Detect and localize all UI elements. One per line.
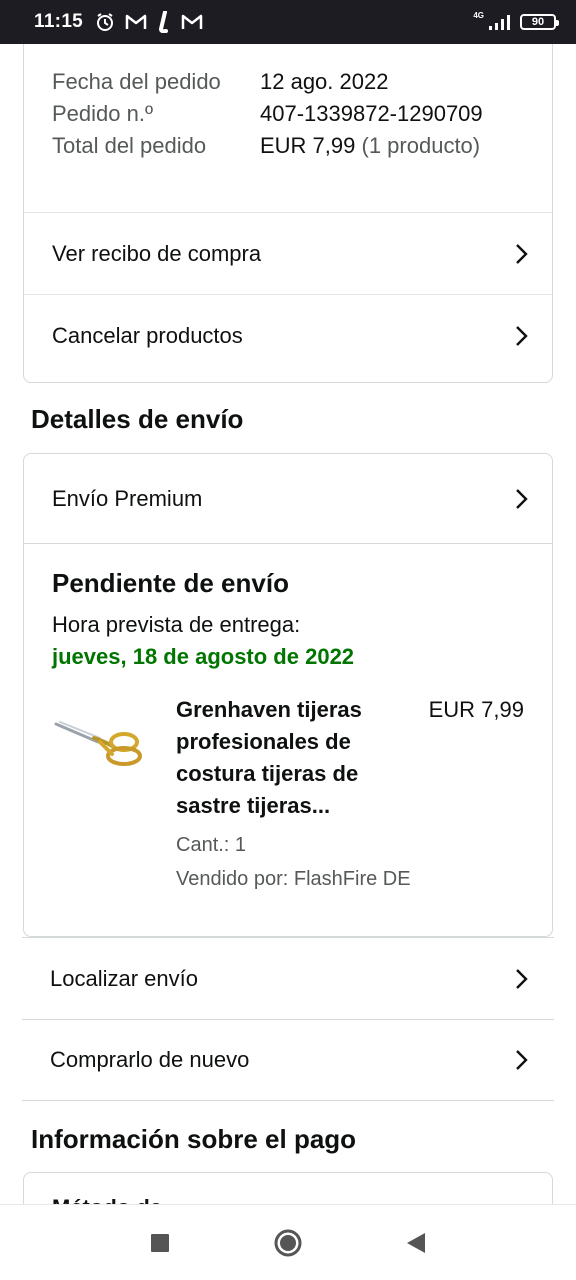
status-time: 11:15	[34, 11, 84, 32]
order-date-row: Fecha del pedido 12 ago. 2022	[52, 66, 532, 98]
buy-again-label: Comprarlo de nuevo	[50, 1047, 250, 1072]
network-type: 4G	[473, 11, 484, 20]
status-bar: 11:15 4G 90	[0, 0, 576, 44]
order-details-page: Fecha del pedido 12 ago. 2022 Pedido n.º…	[0, 44, 576, 1204]
chevron-right-icon	[516, 243, 528, 264]
track-package-link[interactable]: Localizar envío	[22, 937, 554, 1019]
home-button[interactable]	[268, 1223, 308, 1263]
order-date-label: Fecha del pedido	[52, 69, 221, 94]
cancel-products-link[interactable]: Cancelar productos	[24, 294, 552, 376]
recents-button[interactable]	[140, 1223, 180, 1263]
square-icon	[151, 1233, 169, 1252]
chevron-right-icon	[516, 488, 528, 509]
order-total-count: (1 producto)	[355, 133, 481, 158]
product-quantity: Cant.: 1	[176, 834, 247, 856]
product-price: EUR 7,99	[428, 697, 524, 722]
order-total-value: EUR 7,99 (1 producto)	[260, 130, 532, 162]
order-number-row: Pedido n.º 407-1339872-1290709	[52, 98, 532, 130]
app-l-icon	[159, 11, 169, 33]
gmail-icon	[125, 14, 147, 29]
battery-level: 90	[531, 16, 545, 28]
order-summary-rows: Fecha del pedido 12 ago. 2022 Pedido n.º…	[52, 66, 532, 162]
order-number-label: Pedido n.º	[52, 101, 153, 126]
gmail-icon	[181, 14, 203, 29]
order-total-label: Total del pedido	[52, 133, 207, 158]
scissors-icon[interactable]	[54, 712, 146, 768]
view-receipt-label: Ver recibo de compra	[52, 240, 262, 266]
notification-icons	[95, 11, 203, 33]
shipment-status: Pendiente de envío	[52, 568, 289, 598]
battery-icon: 90	[520, 14, 559, 30]
delivery-estimate-label: Hora prevista de entrega:	[52, 612, 301, 637]
product-title[interactable]: Grenhaven tijeras profesionales de costu…	[176, 694, 386, 822]
shipping-service-label: Envío Premium	[52, 485, 203, 511]
delivery-estimate-date: jueves, 18 de agosto de 2022	[52, 644, 355, 669]
order-summary-card: Fecha del pedido 12 ago. 2022 Pedido n.º…	[23, 44, 553, 383]
alarm-icon	[97, 13, 114, 31]
cancel-products-label: Cancelar productos	[52, 322, 243, 348]
view-receipt-link[interactable]: Ver recibo de compra	[24, 212, 552, 294]
back-triangle-icon	[407, 1232, 425, 1253]
buy-again-link[interactable]: Comprarlo de nuevo	[22, 1019, 554, 1101]
back-button[interactable]	[396, 1223, 436, 1263]
order-number-value: 407-1339872-1290709	[260, 101, 483, 126]
shipping-service-link[interactable]: Envío Premium	[24, 454, 552, 544]
shipping-section-title: Detalles de envío	[31, 404, 244, 434]
system-nav-bar	[0, 1204, 576, 1280]
payment-method-heading: Método de	[52, 1195, 162, 1204]
chevron-right-icon	[516, 325, 528, 346]
signal-icon	[489, 15, 510, 30]
order-total-row: Total del pedido EUR 7,99 (1 producto)	[52, 130, 532, 162]
payment-card: Método de	[23, 1172, 553, 1204]
order-total-amount: EUR 7,99	[260, 133, 356, 158]
chevron-right-icon	[516, 1050, 528, 1070]
payment-section-title: Información sobre el pago	[31, 1124, 357, 1154]
product-seller: Vendido por: FlashFire DE	[176, 868, 411, 890]
circle-icon	[274, 1229, 302, 1256]
chevron-right-icon	[516, 968, 528, 989]
order-date-value: 12 ago. 2022	[260, 69, 389, 94]
shipment-card: Envío Premium Pendiente de envío Hora pr…	[23, 453, 553, 937]
system-icons: 4G 90	[473, 11, 559, 31]
track-package-label: Localizar envío	[50, 965, 198, 991]
